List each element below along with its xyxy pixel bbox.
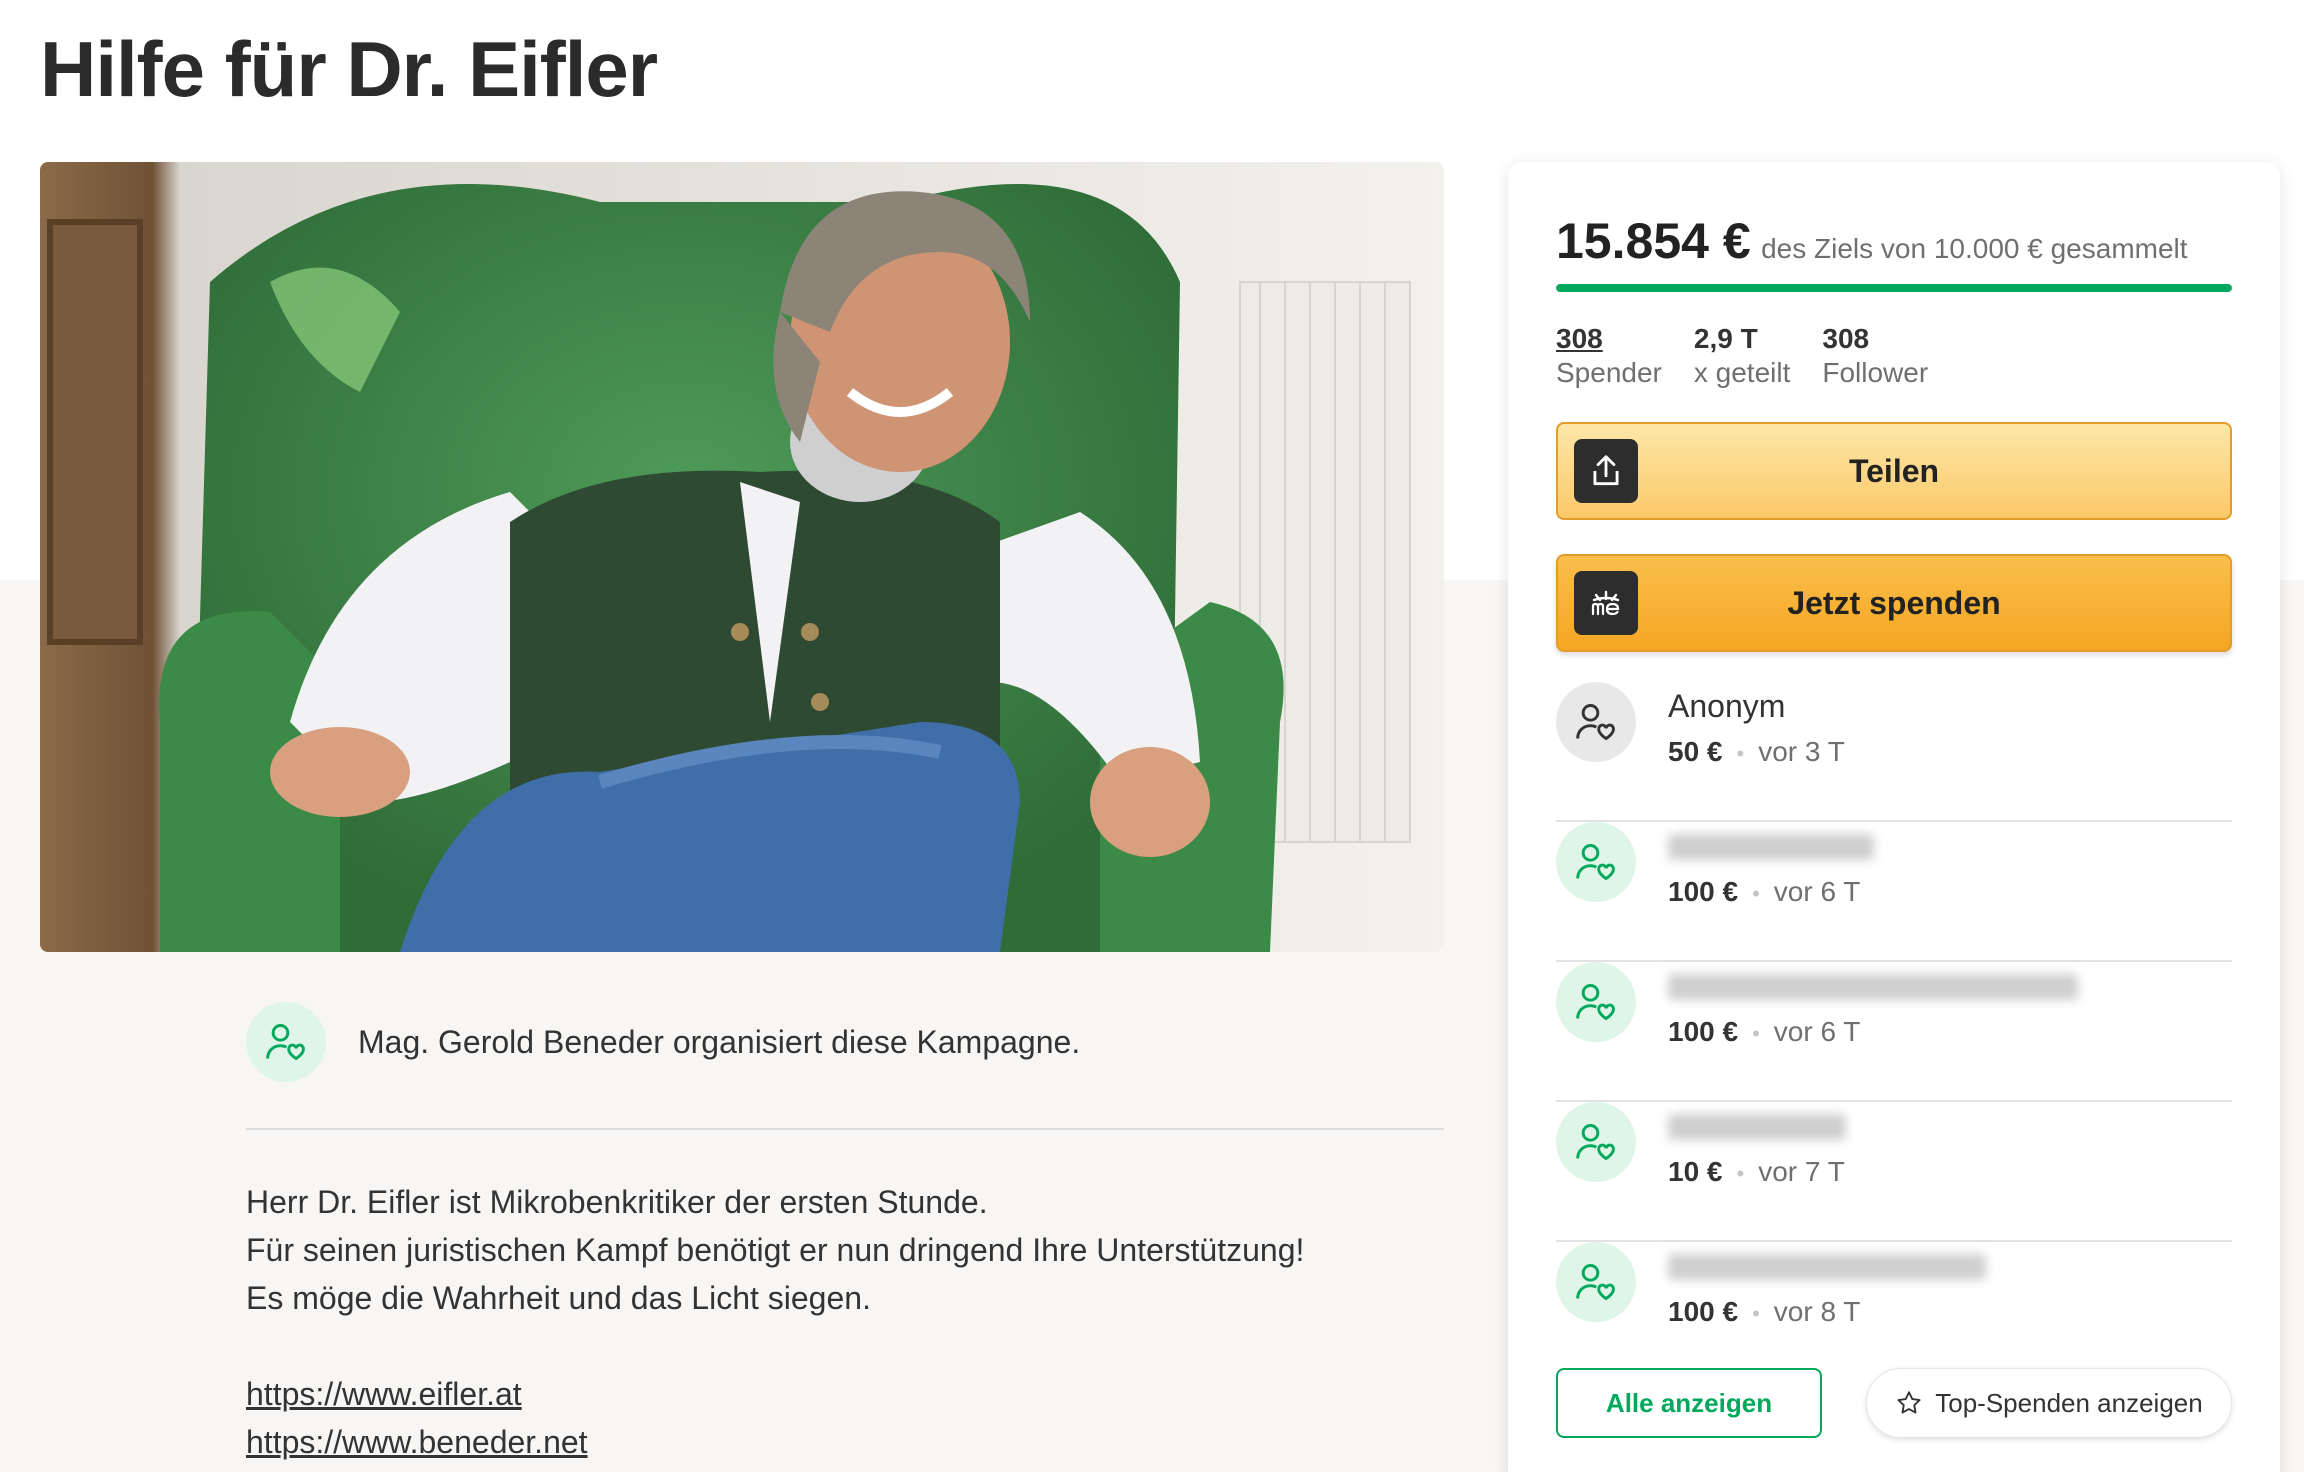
stat-donors[interactable]: 308 Spender	[1556, 322, 1662, 390]
organizer-text: Mag. Gerold Beneder organisiert diese Ka…	[358, 1023, 1081, 1060]
donors-label: Spender	[1556, 357, 1662, 388]
stat-shares: 2,9 T x geteilt	[1694, 322, 1791, 390]
story-links: https://www.eifler.at https://www.benede…	[246, 1370, 1444, 1466]
story-line: Es möge die Wahrheit und das Licht siege…	[246, 1280, 871, 1316]
gofundme-me-icon	[1574, 571, 1638, 635]
donation-time: vor 7 T	[1758, 1156, 1845, 1187]
story-link-eifler[interactable]: https://www.eifler.at	[246, 1370, 1444, 1418]
story-divider	[246, 1128, 1444, 1130]
user-heart-icon	[1576, 704, 1615, 741]
donate-button[interactable]: Jetzt spenden	[1556, 554, 2232, 652]
donation-meta: 100 € • vor 6 T	[1668, 872, 1860, 914]
share-button[interactable]: Teilen	[1556, 422, 2232, 520]
donor-name-blurred	[1668, 974, 2078, 1000]
show-all-donations-button[interactable]: Alle anzeigen	[1556, 1368, 1822, 1438]
star-outline-icon	[1897, 1391, 1921, 1414]
donation-time: vor 8 T	[1773, 1296, 1861, 1327]
donor-avatar	[1556, 682, 1636, 762]
donation-meta: 50 € • vor 3 T	[1668, 732, 1845, 774]
donation-item: 10 € • vor 7 T	[1556, 1102, 2232, 1242]
donation-amount: 100 €	[1668, 1016, 1739, 1047]
stat-followers: 308 Follower	[1822, 322, 1928, 390]
share-upload-icon	[1574, 439, 1638, 503]
followers-label: Follower	[1822, 357, 1929, 388]
shares-count: 2,9 T	[1693, 323, 1758, 354]
campaign-hero-image	[40, 162, 1444, 952]
organizer-row: Mag. Gerold Beneder organisiert diese Ka…	[246, 1002, 1444, 1082]
donor-avatar	[1556, 1102, 1636, 1182]
donation-meta: 100 € • vor 8 T	[1668, 1292, 1860, 1334]
amount-raised: 15.854 €	[1556, 213, 1751, 269]
donation-meta: 10 € • vor 7 T	[1668, 1152, 1845, 1194]
donor-name: Anonym	[1668, 688, 1786, 724]
top-donations-button[interactable]: Top-Spenden anzeigen	[1866, 1368, 2232, 1438]
progress-bar	[1556, 284, 2232, 292]
donation-sidebar: 15.854 € des Ziels von 10.000 € gesammel…	[1508, 162, 2280, 1472]
separator-dot: •	[1752, 881, 1760, 906]
donate-button-label: Jetzt spenden	[1787, 584, 2001, 621]
donor-avatar	[1556, 1242, 1636, 1322]
donation-item: 100 € • vor 6 T	[1556, 822, 2232, 962]
separator-dot: •	[1736, 1161, 1745, 1186]
goal-text: des Ziels von 10.000 € gesammelt	[1761, 233, 2188, 264]
shares-label: x geteilt	[1693, 357, 1791, 388]
user-heart-icon	[1576, 1124, 1615, 1161]
donation-meta: 100 € • vor 6 T	[1668, 1012, 1860, 1054]
user-heart-icon	[1576, 984, 1615, 1021]
donation-amount: 50 €	[1668, 736, 1723, 767]
donation-amount: 10 €	[1668, 1156, 1723, 1187]
user-heart-icon	[266, 1024, 305, 1061]
donation-time: vor 6 T	[1773, 876, 1861, 907]
donation-time: vor 3 T	[1758, 736, 1845, 767]
separator-dot: •	[1752, 1301, 1760, 1326]
donor-avatar	[1556, 822, 1636, 902]
donor-name-blurred	[1668, 1254, 1986, 1280]
user-heart-icon	[1576, 1264, 1615, 1301]
donor-name-blurred	[1668, 834, 1874, 860]
hero-photo	[40, 162, 1444, 952]
amount-raised-row: 15.854 € des Ziels von 10.000 € gesammel…	[1556, 212, 2188, 270]
followers-count: 308	[1822, 323, 1870, 354]
user-heart-icon	[1576, 844, 1615, 881]
donor-name-blurred	[1668, 1114, 1846, 1140]
donation-item: Anonym 50 € • vor 3 T	[1556, 682, 2232, 822]
page-title: Hilfe für Dr. Eifler	[40, 25, 658, 113]
donation-amount: 100 €	[1668, 1296, 1739, 1327]
donor-avatar	[1556, 962, 1636, 1042]
story-line: Für seinen juristischen Kampf benötigt e…	[246, 1232, 1305, 1268]
separator-dot: •	[1752, 1021, 1760, 1046]
separator-dot: •	[1736, 741, 1745, 766]
story-link-beneder[interactable]: https://www.beneder.net	[246, 1418, 1444, 1466]
donation-item: 100 € • vor 8 T	[1556, 1242, 2232, 1382]
organizer-avatar	[246, 1002, 326, 1082]
donation-time: vor 6 T	[1773, 1016, 1861, 1047]
recent-donations-list: Anonym 50 € • vor 3 T 100 € • vor 6 T 10…	[1556, 682, 2232, 1382]
share-button-label: Teilen	[1848, 452, 1940, 489]
donation-item: 100 € • vor 6 T	[1556, 962, 2232, 1102]
donors-count[interactable]: 308	[1556, 322, 1662, 356]
campaign-stats: 308 Spender 2,9 T x geteilt 308 Follower	[1556, 322, 1960, 390]
progress-bar-fill	[1556, 284, 2232, 292]
campaign-story: Herr Dr. Eifler ist Mikrobenkritiker der…	[246, 1178, 1444, 1466]
top-donations-label: Top-Spenden anzeigen	[1935, 1387, 2203, 1418]
story-line: Herr Dr. Eifler ist Mikrobenkritiker der…	[246, 1184, 988, 1220]
donation-amount: 100 €	[1668, 876, 1739, 907]
